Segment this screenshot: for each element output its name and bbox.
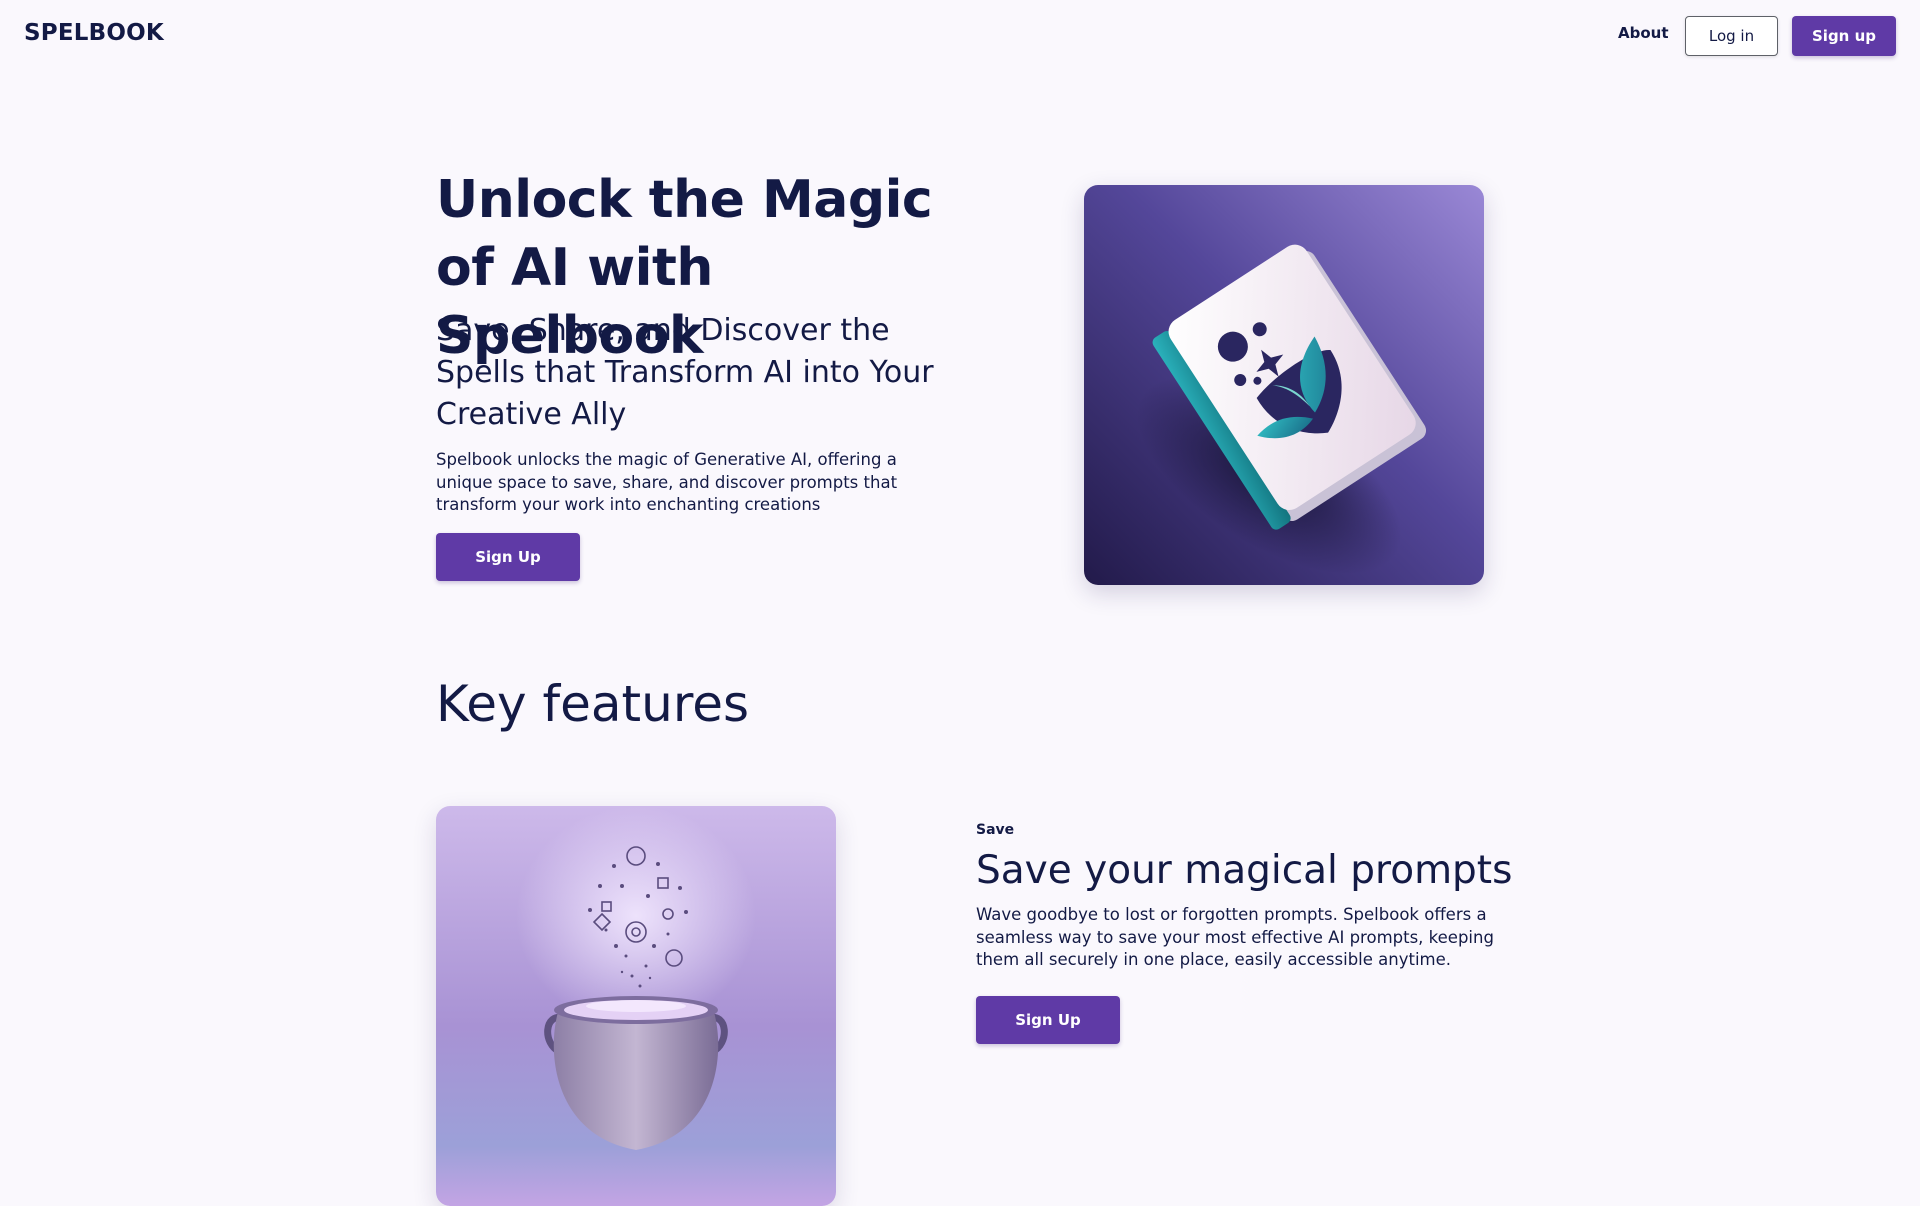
hero-subtitle: Save, Share, and Discover the Spells tha… [436, 313, 934, 432]
site-header: SPELBOOK About Log in Sign up [0, 0, 1920, 72]
logo[interactable]: SPELBOOK [24, 20, 164, 46]
feature-signup-button[interactable]: Sign Up [976, 996, 1120, 1044]
hero-description: Spelbook unlocks the magic of Generative… [436, 450, 898, 514]
features-title: Key features [436, 675, 750, 733]
header-signup-button[interactable]: Sign up [1792, 16, 1896, 56]
cauldron-illustration-icon [436, 806, 836, 1206]
feature-image [436, 806, 836, 1206]
nav-about-link[interactable]: About [1618, 24, 1669, 42]
hero-image [1084, 185, 1484, 585]
feature-title: Save your magical prompts [976, 848, 1513, 893]
feature-description: Wave goodbye to lost or forgotten prompt… [976, 905, 1494, 969]
spellbook-illustration-icon [1084, 185, 1484, 585]
hero-signup-button[interactable]: Sign Up [436, 533, 580, 581]
feature-tag: Save [976, 822, 1015, 838]
login-button[interactable]: Log in [1685, 16, 1778, 56]
